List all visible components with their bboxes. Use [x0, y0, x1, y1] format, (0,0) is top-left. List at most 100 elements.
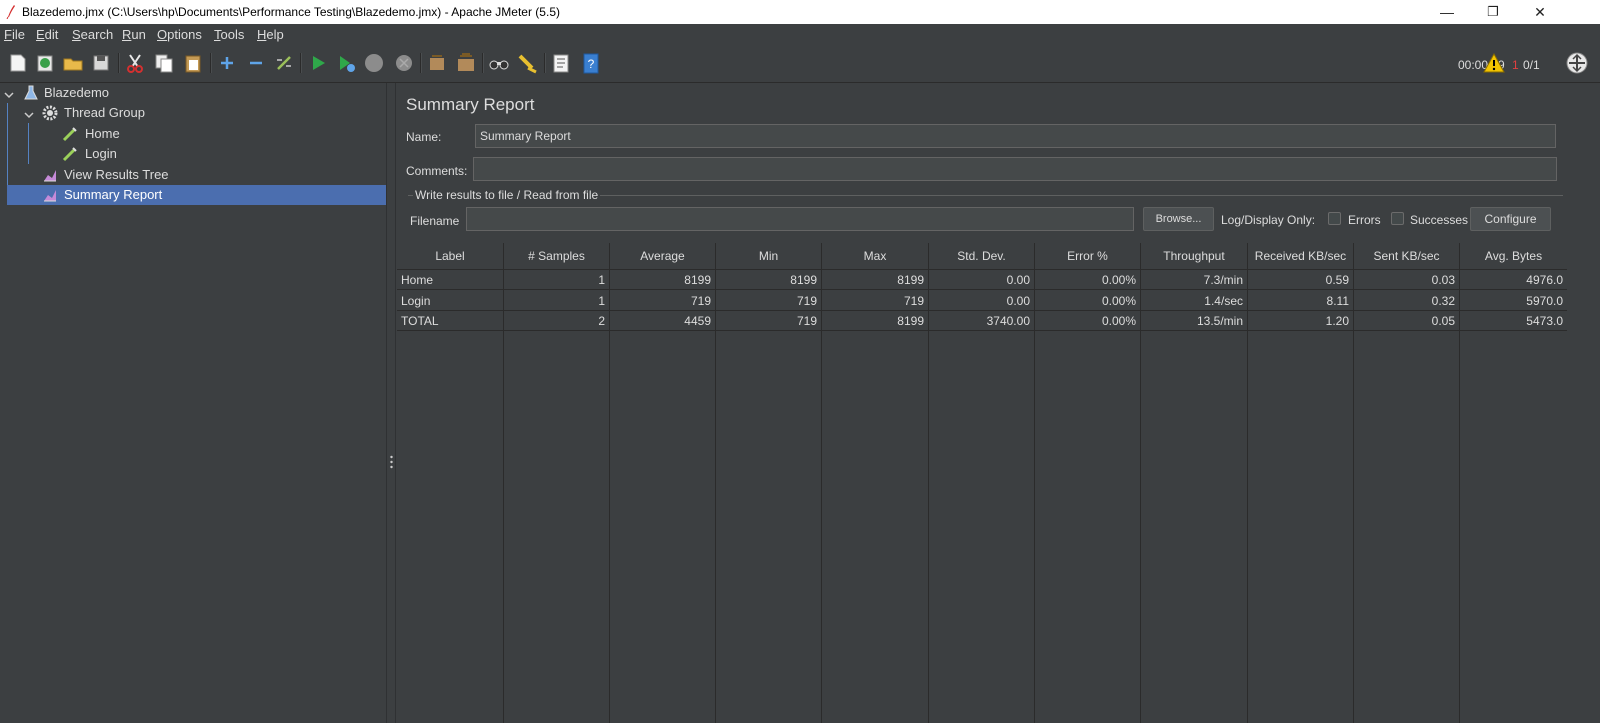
- tree-node-summary-report[interactable]: Summary Report: [7, 185, 386, 205]
- table-cell[interactable]: 8199: [822, 311, 929, 331]
- errors-label: Errors: [1348, 213, 1381, 227]
- save-icon[interactable]: [90, 52, 112, 74]
- menu-search[interactable]: Search: [72, 27, 113, 42]
- tree-node-test-plan[interactable]: Blazedemo: [0, 83, 386, 103]
- templates-icon[interactable]: [34, 52, 56, 74]
- start-no-pauses-icon[interactable]: [335, 52, 357, 74]
- table-cell[interactable]: 0.59: [1248, 270, 1354, 290]
- tree-node-thread-group[interactable]: Thread Group: [0, 103, 386, 123]
- column-header[interactable]: Sent KB/sec: [1354, 243, 1460, 270]
- start-icon[interactable]: [307, 52, 329, 74]
- remote-engines-icon[interactable]: [1566, 52, 1588, 74]
- pipette-sampler-icon: [62, 126, 78, 142]
- table-cell[interactable]: Login: [397, 290, 504, 311]
- column-header[interactable]: Avg. Bytes: [1460, 243, 1567, 270]
- menu-tools[interactable]: Tools: [214, 27, 244, 42]
- column-header[interactable]: # Samples: [504, 243, 610, 270]
- filename-field[interactable]: [466, 207, 1134, 231]
- column-header[interactable]: Std. Dev.: [929, 243, 1035, 270]
- table-cell[interactable]: 1.4/sec: [1141, 290, 1248, 311]
- minimize-button[interactable]: —: [1424, 0, 1470, 24]
- window-title-bar: Blazedemo.jmx (C:\Users\hp\Documents\Per…: [0, 0, 1600, 24]
- table-cell[interactable]: 0.05: [1354, 311, 1460, 331]
- table-cell[interactable]: 0.00: [929, 290, 1035, 311]
- table-cell[interactable]: 5473.0: [1460, 311, 1567, 331]
- table-cell[interactable]: 719: [822, 290, 929, 311]
- name-field[interactable]: Summary Report: [475, 124, 1556, 148]
- browse-button[interactable]: Browse...: [1143, 207, 1214, 231]
- table-cell[interactable]: 719: [716, 311, 822, 331]
- warning-icon[interactable]: [1483, 52, 1505, 73]
- tree-node-view-results-tree[interactable]: View Results Tree: [0, 165, 386, 185]
- copy-icon[interactable]: [153, 52, 175, 74]
- table-cell[interactable]: 8199: [822, 270, 929, 290]
- table-cell[interactable]: 8199: [610, 270, 716, 290]
- help-icon[interactable]: ?: [580, 52, 602, 74]
- function-helper-icon[interactable]: [550, 52, 572, 74]
- table-cell[interactable]: 3740.00: [929, 311, 1035, 331]
- new-file-icon[interactable]: [7, 52, 29, 74]
- toolbar-separator: [300, 53, 302, 73]
- table-cell[interactable]: 13.5/min: [1141, 311, 1248, 331]
- menu-options[interactable]: Options: [157, 27, 202, 42]
- table-cell[interactable]: 4976.0: [1460, 270, 1567, 290]
- menu-run[interactable]: Run: [122, 27, 146, 42]
- clear-all-icon[interactable]: [455, 52, 477, 74]
- tree-node-sampler-login[interactable]: Login: [0, 144, 386, 164]
- table-cell[interactable]: 8.11: [1248, 290, 1354, 311]
- table-cell[interactable]: TOTAL: [397, 311, 504, 331]
- active-threads: 0/1: [1523, 58, 1540, 72]
- table-cell[interactable]: 0.00%: [1035, 270, 1141, 290]
- table-cell[interactable]: 0.00%: [1035, 290, 1141, 311]
- column-header[interactable]: Received KB/sec: [1248, 243, 1354, 270]
- table-cell[interactable]: 0.00: [929, 270, 1035, 290]
- menu-file[interactable]: File: [4, 27, 25, 42]
- table-cell[interactable]: 2: [504, 311, 610, 331]
- clear-icon[interactable]: [426, 52, 448, 74]
- table-cell[interactable]: 1: [504, 270, 610, 290]
- column-header[interactable]: Throughput: [1141, 243, 1248, 270]
- table-cell[interactable]: 4459: [610, 311, 716, 331]
- table-cell[interactable]: Home: [397, 270, 504, 290]
- maximize-button[interactable]: ❐: [1470, 0, 1516, 24]
- tree-label: Blazedemo: [44, 85, 110, 100]
- paste-icon[interactable]: [182, 52, 204, 74]
- column-divider: [1459, 270, 1460, 723]
- drag-handle-icon: [390, 455, 393, 469]
- table-cell[interactable]: 8199: [716, 270, 822, 290]
- column-header[interactable]: Label: [397, 243, 504, 270]
- errors-checkbox[interactable]: [1328, 212, 1341, 225]
- listener-chart-icon: [42, 187, 58, 203]
- table-cell[interactable]: 1: [504, 290, 610, 311]
- menu-help[interactable]: Help: [257, 27, 284, 42]
- stop-icon[interactable]: [363, 52, 385, 74]
- table-cell[interactable]: 719: [610, 290, 716, 311]
- table-cell[interactable]: 0.00%: [1035, 311, 1141, 331]
- reset-search-icon[interactable]: [516, 52, 538, 74]
- configure-button[interactable]: Configure: [1470, 207, 1551, 231]
- menu-edit[interactable]: Edit: [36, 27, 58, 42]
- table-cell[interactable]: 1.20: [1248, 311, 1354, 331]
- open-folder-icon[interactable]: [62, 52, 84, 74]
- column-header[interactable]: Min: [716, 243, 822, 270]
- table-cell[interactable]: 0.32: [1354, 290, 1460, 311]
- expand-all-icon[interactable]: [216, 52, 238, 74]
- shutdown-icon[interactable]: [393, 52, 415, 74]
- split-pane-divider[interactable]: [386, 83, 396, 723]
- close-button[interactable]: ✕: [1517, 0, 1563, 24]
- column-header[interactable]: Average: [610, 243, 716, 270]
- column-header[interactable]: Max: [822, 243, 929, 270]
- collapse-all-icon[interactable]: [245, 52, 267, 74]
- cut-icon[interactable]: [124, 52, 146, 74]
- table-cell[interactable]: 5970.0: [1460, 291, 1567, 311]
- column-header[interactable]: Error %: [1035, 243, 1141, 270]
- successes-checkbox[interactable]: [1391, 212, 1404, 225]
- table-cell[interactable]: 719: [716, 290, 822, 311]
- toggle-icon[interactable]: [273, 52, 295, 74]
- tree-node-sampler-home[interactable]: Home: [0, 124, 386, 144]
- comments-field[interactable]: [473, 157, 1557, 181]
- svg-text:?: ?: [588, 57, 595, 71]
- table-cell[interactable]: 7.3/min: [1141, 270, 1248, 290]
- table-cell[interactable]: 0.03: [1354, 270, 1460, 290]
- search-binoculars-icon[interactable]: [488, 52, 510, 74]
